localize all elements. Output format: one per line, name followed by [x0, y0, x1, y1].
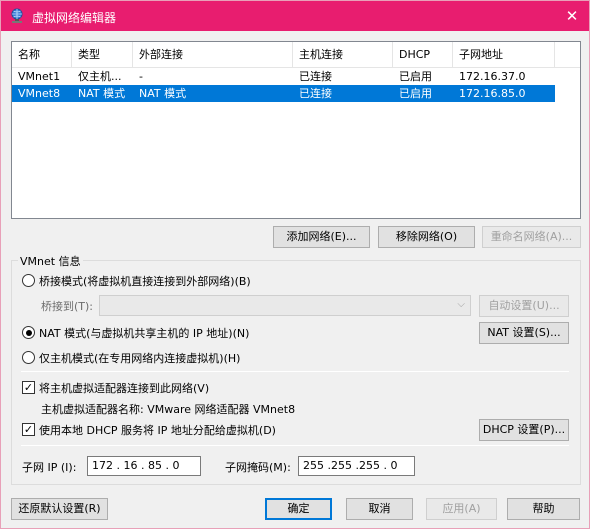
restore-defaults-button[interactable]: 还原默认设置(R) — [11, 498, 108, 520]
column-header-subnet[interactable]: 子网地址 — [453, 42, 555, 68]
table-header: 名称 类型 外部连接 主机连接 DHCP 子网地址 — [12, 42, 580, 68]
bridged-mode-radio[interactable] — [22, 274, 35, 287]
bridged-to-label: 桥接到(T): — [41, 300, 94, 313]
cell-name: VMnet1 — [18, 70, 61, 83]
nat-settings-button[interactable]: NAT 设置(S)... — [479, 322, 569, 344]
cell-name: VMnet8 — [18, 87, 61, 100]
column-header-external[interactable]: 外部连接 — [133, 42, 293, 68]
cell-external: NAT 模式 — [139, 87, 187, 100]
dialog-window: 虚拟网络编辑器 ✕ 名称 类型 外部连接 主机连接 DHCP 子网地址 VMne… — [0, 0, 590, 529]
subnet-mask-label: 子网掩码(M): — [225, 461, 291, 474]
cell-dhcp: 已启用 — [399, 70, 432, 83]
cell-subnet: 172.16.85.0 — [459, 87, 526, 100]
nat-mode-label[interactable]: NAT 模式(与虚拟机共享主机的 IP 地址)(N) — [39, 325, 249, 341]
cell-host: 已连接 — [299, 87, 332, 100]
nat-mode-radio[interactable] — [22, 326, 35, 339]
subnet-ip-label: 子网 IP (I): — [22, 461, 77, 474]
host-only-mode-radio[interactable] — [22, 351, 35, 364]
dhcp-settings-button[interactable]: DHCP 设置(P)... — [479, 419, 569, 441]
cell-subnet: 172.16.37.0 — [459, 70, 526, 83]
rename-network-button[interactable]: 重命名网络(A)... — [482, 226, 581, 248]
use-dhcp-label[interactable]: 使用本地 DHCP 服务将 IP 地址分配给虚拟机(D) — [39, 422, 276, 438]
bridged-mode-label[interactable]: 桥接模式(将虚拟机直接连接到外部网络)(B) — [39, 273, 251, 289]
separator — [21, 371, 569, 372]
subnet-ip-input[interactable]: 172 . 16 . 85 . 0 — [87, 456, 201, 476]
ok-button[interactable]: 确定 — [265, 498, 332, 520]
subnet-mask-input[interactable]: 255 .255 .255 . 0 — [298, 456, 415, 476]
separator — [21, 445, 569, 446]
network-table[interactable]: 名称 类型 外部连接 主机连接 DHCP 子网地址 VMnet1 仅主机... … — [11, 41, 581, 219]
bridged-to-select[interactable]: ⌵ — [99, 295, 471, 316]
help-button[interactable]: 帮助 — [507, 498, 580, 520]
table-row[interactable]: VMnet1 仅主机... - 已连接 已启用 172.16.37.0 — [12, 68, 555, 85]
cell-host: 已连接 — [299, 70, 332, 83]
title-bar[interactable]: 虚拟网络编辑器 ✕ — [1, 1, 589, 31]
adapter-name-text: 主机虚拟适配器名称: VMware 网络适配器 VMnet8 — [41, 403, 296, 416]
vmnet-info-title: VMnet 信息 — [18, 253, 83, 269]
column-header-host[interactable]: 主机连接 — [293, 42, 393, 68]
remove-network-button[interactable]: 移除网络(O) — [378, 226, 475, 248]
vmnet-info-group — [11, 260, 581, 485]
add-network-button[interactable]: 添加网络(E)... — [273, 226, 370, 248]
cell-type: NAT 模式 — [78, 87, 126, 100]
table-row-selected[interactable]: VMnet8 NAT 模式 NAT 模式 已连接 已启用 172.16.85.0 — [12, 85, 555, 102]
apply-button[interactable]: 应用(A) — [426, 498, 497, 520]
close-button[interactable]: ✕ — [555, 1, 589, 31]
check-icon: ✓ — [23, 381, 34, 394]
cell-external: - — [139, 70, 143, 83]
chevron-down-icon: ⌵ — [457, 299, 465, 310]
column-header-type[interactable]: 类型 — [72, 42, 133, 68]
connect-adapter-label[interactable]: 将主机虚拟适配器连接到此网络(V) — [39, 380, 209, 396]
cell-type: 仅主机... — [78, 70, 122, 83]
cell-dhcp: 已启用 — [399, 87, 432, 100]
window-title: 虚拟网络编辑器 — [32, 11, 117, 25]
check-icon: ✓ — [23, 423, 34, 436]
column-header-name[interactable]: 名称 — [12, 42, 72, 68]
network-globe-icon — [11, 8, 23, 23]
use-dhcp-checkbox[interactable]: ✓ — [22, 423, 35, 436]
column-header-dhcp[interactable]: DHCP — [393, 42, 453, 68]
auto-settings-button[interactable]: 自动设置(U)... — [479, 295, 569, 317]
host-only-mode-label[interactable]: 仅主机模式(在专用网络内连接虚拟机)(H) — [39, 350, 240, 366]
close-icon: ✕ — [565, 7, 579, 25]
connect-adapter-checkbox[interactable]: ✓ — [22, 381, 35, 394]
cancel-button[interactable]: 取消 — [346, 498, 413, 520]
